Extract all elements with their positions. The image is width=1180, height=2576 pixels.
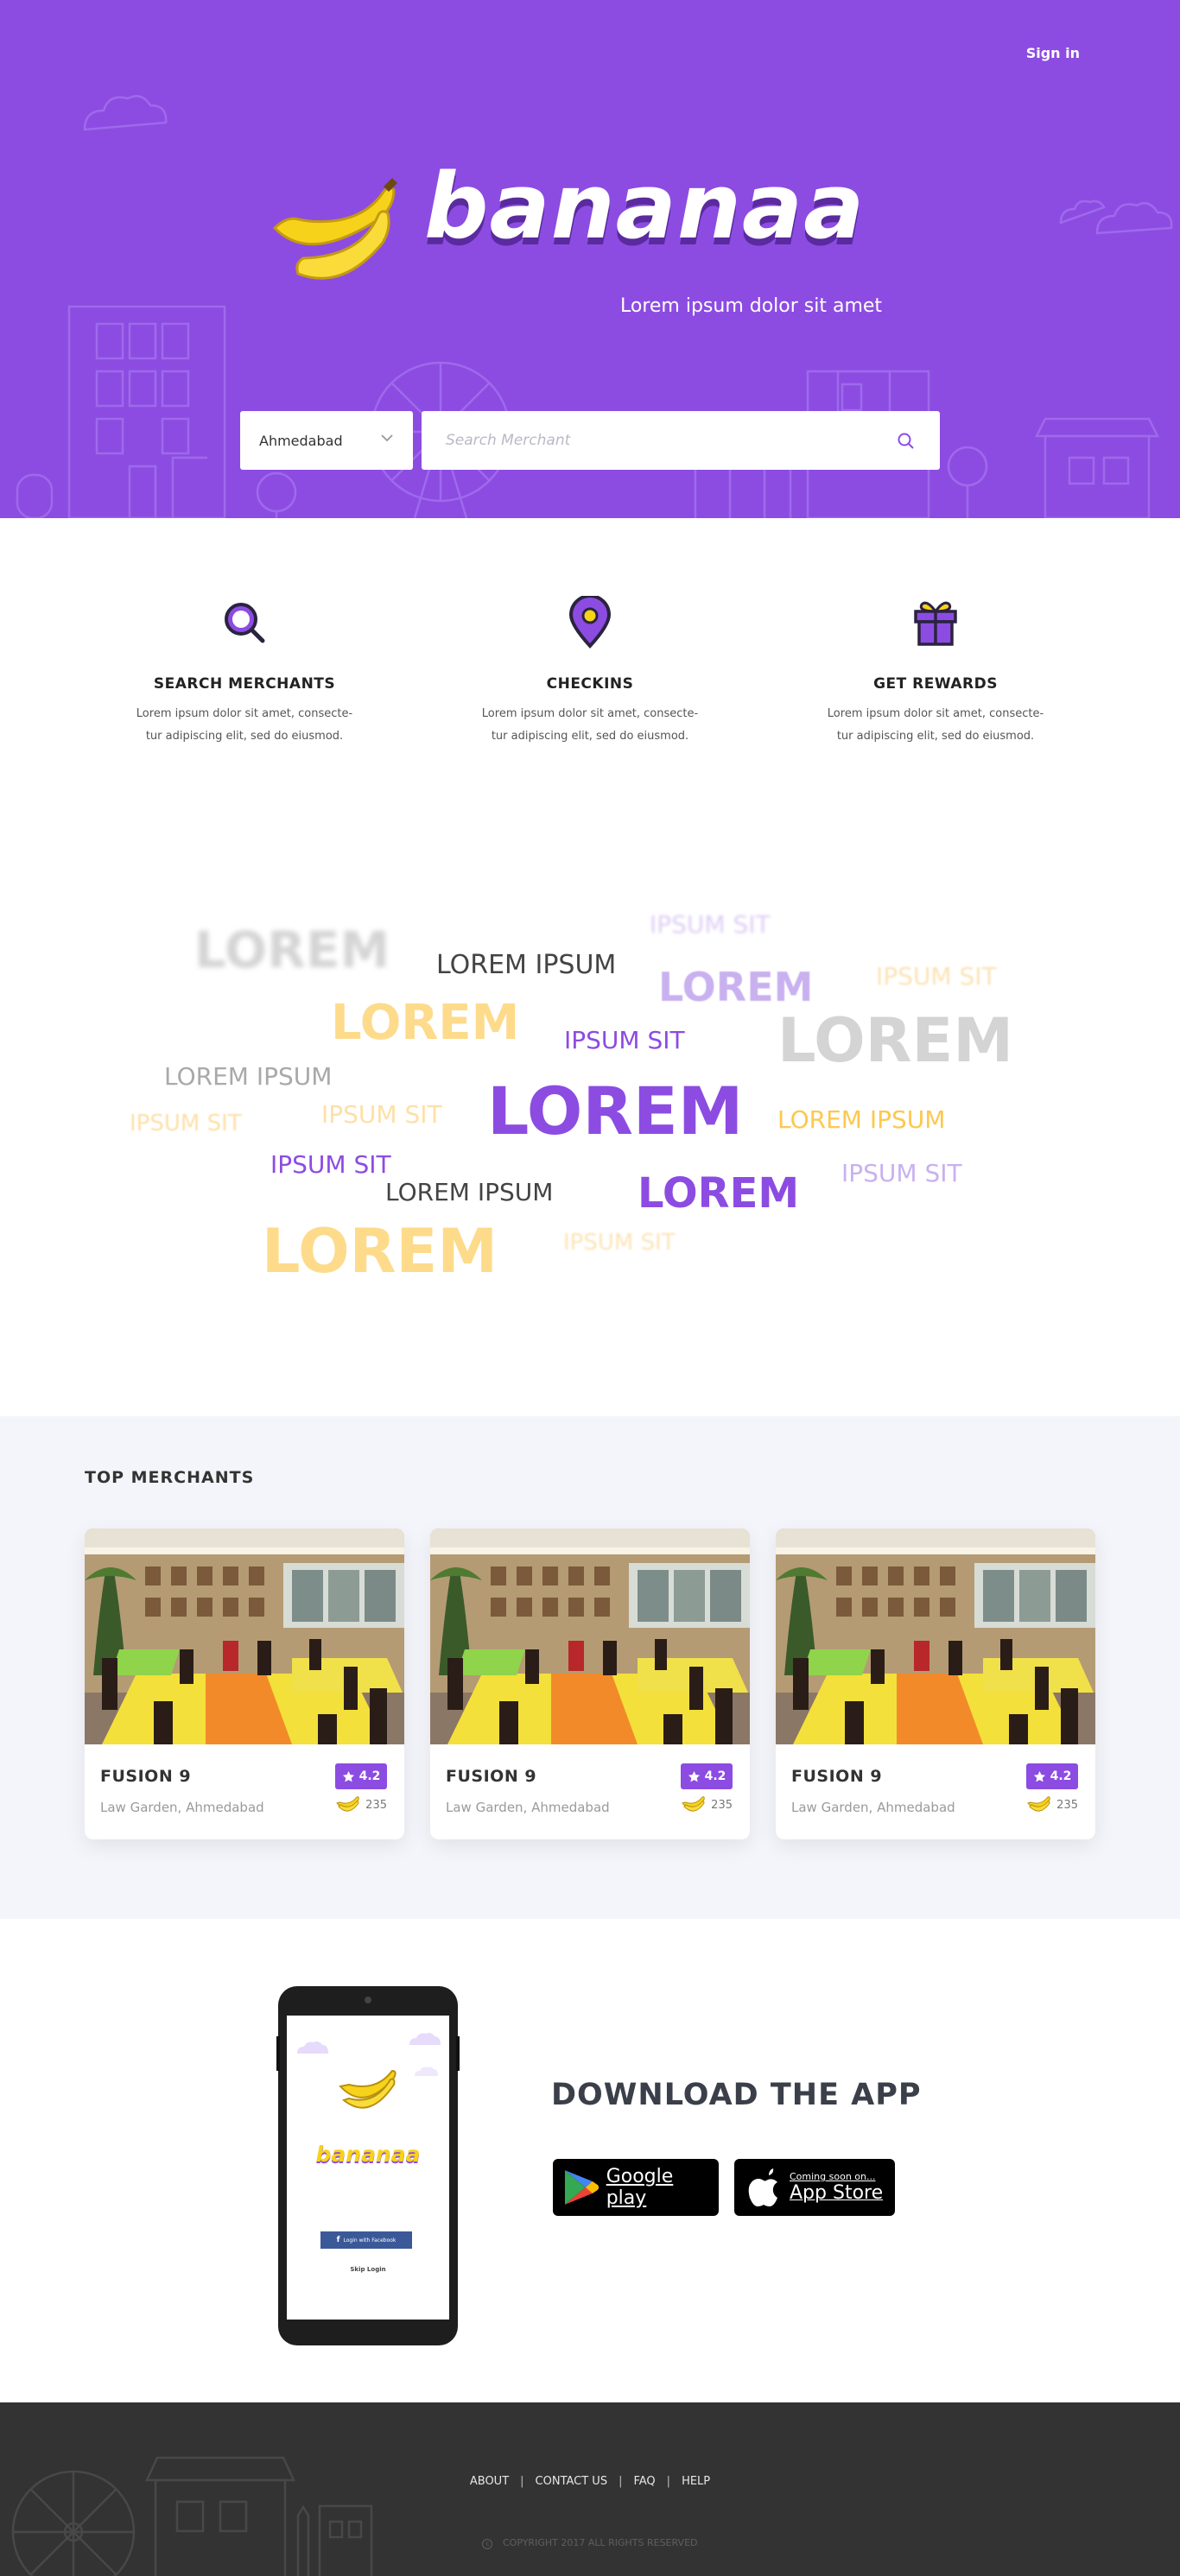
cloud-word: LOREM: [658, 964, 814, 1010]
cloud-word: IPSUM SIT: [650, 910, 771, 939]
feature-search-merchants: SEARCH MERCHANTS Lorem ipsum dolor sit a…: [115, 596, 374, 748]
banana-logo-icon: [273, 178, 397, 280]
features-section: SEARCH MERCHANTS Lorem ipsum dolor sit a…: [0, 518, 1180, 794]
apple-icon: [748, 2168, 777, 2206]
tagline: Lorem ipsum dolor sit amet: [620, 295, 883, 317]
feature-title: CHECKINS: [546, 675, 634, 693]
app-store-small-label: Coming soon on...: [790, 2171, 876, 2182]
merchant-card[interactable]: FUSION 9 Law Garden, Ahmedabad 4.2 235: [85, 1529, 404, 1839]
footer-nav: ABOUT | CONTACT US | FAQ | HELP: [0, 2475, 1180, 2488]
google-play-icon: [564, 2170, 600, 2205]
search-icon[interactable]: [897, 432, 916, 451]
footer-link-about[interactable]: ABOUT: [470, 2475, 509, 2488]
merchant-photo: [85, 1529, 404, 1744]
city-dropdown-value: Ahmedabad: [259, 432, 343, 449]
app-store-text: Coming soon on... App Store: [790, 2171, 883, 2204]
cloud-word: IPSUM SIT: [876, 962, 997, 991]
search-icon: [225, 603, 265, 643]
facebook-icon: f: [336, 2236, 340, 2244]
feature-title: GET REWARDS: [873, 675, 998, 693]
footer-link-help[interactable]: HELP: [682, 2475, 710, 2488]
sign-in-link[interactable]: Sign in: [1026, 45, 1080, 61]
app-store-button[interactable]: Coming soon on... App Store: [734, 2159, 895, 2216]
banana-icon: [336, 1796, 359, 1812]
copyright-icon: c: [482, 2539, 493, 2549]
cloud-word: IPSUM SIT: [321, 1100, 442, 1129]
cloud-word: LOREM: [777, 1005, 1013, 1076]
cloud-word: IPSUM SIT: [130, 1111, 242, 1136]
merchant-card[interactable]: FUSION 9 Law Garden, Ahmedabad 4.2 235: [776, 1529, 1095, 1839]
cloud-word: LOREM IPSUM: [436, 950, 617, 980]
star-icon: [688, 1770, 700, 1782]
cloud-word: LOREM IPSUM: [385, 1178, 554, 1206]
banana-icon: [682, 1796, 705, 1812]
banana-count: 235: [680, 1796, 733, 1813]
star-icon: [1033, 1770, 1045, 1782]
footer-separator: |: [619, 2475, 623, 2488]
section-title: TOP MERCHANTS: [85, 1468, 255, 1487]
banana-count: 235: [334, 1796, 387, 1813]
merchant-search-input[interactable]: [422, 411, 853, 470]
merchant-name: FUSION 9: [791, 1767, 883, 1786]
brand-logo: bananaa Lorem ipsum dolor sit amet: [273, 154, 929, 325]
feature-checkins: CHECKINS Lorem ipsum dolor sit amet, con…: [460, 596, 720, 748]
feature-title: SEARCH MERCHANTS: [153, 675, 336, 693]
merchant-address: Law Garden, Ahmedabad: [100, 1800, 264, 1815]
cloud-word: LOREM: [487, 1073, 744, 1149]
merchant-name: FUSION 9: [100, 1767, 192, 1786]
phone-facebook-login: f Login with Facebook: [320, 2231, 412, 2249]
rating-badge: 4.2: [1026, 1763, 1078, 1789]
hero-section: Sign in bananaa Lorem ipsum dolor sit am…: [0, 0, 1180, 518]
footer: ABOUT | CONTACT US | FAQ | HELP c COPYRIGHT 20…: [0, 2402, 1180, 2576]
merchant-name: FUSION 9: [446, 1767, 537, 1786]
feature-description: Lorem ipsum dolor sit amet, consecte-tur…: [481, 707, 699, 743]
cloud-word: LOREM IPSUM: [777, 1105, 946, 1134]
top-merchants-section: TOP MERCHANTS FUSION 9 Law Garden, Ahmed…: [0, 1416, 1180, 1919]
footer-link-contact[interactable]: CONTACT US: [536, 2475, 608, 2488]
feature-description: Lorem ipsum dolor sit amet, consecte-tur…: [136, 707, 353, 743]
download-title: DOWNLOAD THE APP: [551, 2078, 922, 2112]
word-cloud: LOREM IPSUM SIT LOREM IPSUM LOREM IPSUM …: [0, 829, 1180, 1313]
cloud-word: LOREM IPSUM: [164, 1062, 333, 1091]
map-pin-icon: [568, 596, 612, 649]
cloud-word: LOREM: [638, 1169, 800, 1218]
cloud-word: IPSUM SIT: [841, 1159, 962, 1187]
download-app-section: bananaa f Login with Facebook Skip Login…: [0, 1919, 1180, 2402]
banana-icon: [1027, 1796, 1050, 1812]
brand-wordmark: bananaa: [424, 154, 866, 259]
merchant-address: Law Garden, Ahmedabad: [446, 1800, 610, 1815]
banana-count: 235: [1025, 1796, 1078, 1813]
phone-skip-login: Skip Login: [350, 2266, 386, 2273]
phone-mockup: bananaa f Login with Facebook Skip Login: [276, 1984, 460, 2347]
footer-separator: |: [666, 2475, 671, 2488]
app-store-label: App Store: [790, 2182, 884, 2204]
rating-badge: 4.2: [335, 1763, 387, 1789]
footer-city-illustration: [11, 2456, 373, 2576]
gift-icon: [914, 601, 957, 646]
city-dropdown[interactable]: Ahmedabad: [240, 411, 413, 470]
chevron-down-icon: [381, 434, 393, 442]
footer-link-faq[interactable]: FAQ: [633, 2475, 655, 2488]
merchant-photo: [430, 1529, 750, 1744]
cloud-word: LOREM: [262, 1216, 498, 1287]
google-play-button[interactable]: Google play: [553, 2159, 719, 2216]
footer-separator: |: [520, 2475, 524, 2488]
merchant-card[interactable]: FUSION 9 Law Garden, Ahmedabad 4.2 235: [430, 1529, 750, 1839]
feature-description: Lorem ipsum dolor sit amet, consecte-tur…: [827, 707, 1044, 743]
cloud-word: LOREM: [194, 921, 390, 979]
feature-get-rewards: GET REWARDS Lorem ipsum dolor sit amet, …: [806, 596, 1065, 748]
cloud-word: IPSUM SIT: [563, 1230, 676, 1256]
google-play-label: Google play: [606, 2166, 674, 2209]
rating-badge: 4.2: [681, 1763, 733, 1789]
star-icon: [342, 1770, 354, 1782]
copyright: c COPYRIGHT 2017 ALL RIGHTS RESERVED: [0, 2537, 1180, 2549]
cloud-word: LOREM: [331, 995, 520, 1051]
merchant-address: Law Garden, Ahmedabad: [791, 1800, 955, 1815]
merchant-photo: [776, 1529, 1095, 1744]
search-bar: [422, 411, 940, 470]
cloud-word: IPSUM SIT: [564, 1026, 685, 1054]
phone-brand-wordmark: bananaa: [315, 2142, 421, 2167]
cloud-word: IPSUM SIT: [270, 1150, 391, 1179]
